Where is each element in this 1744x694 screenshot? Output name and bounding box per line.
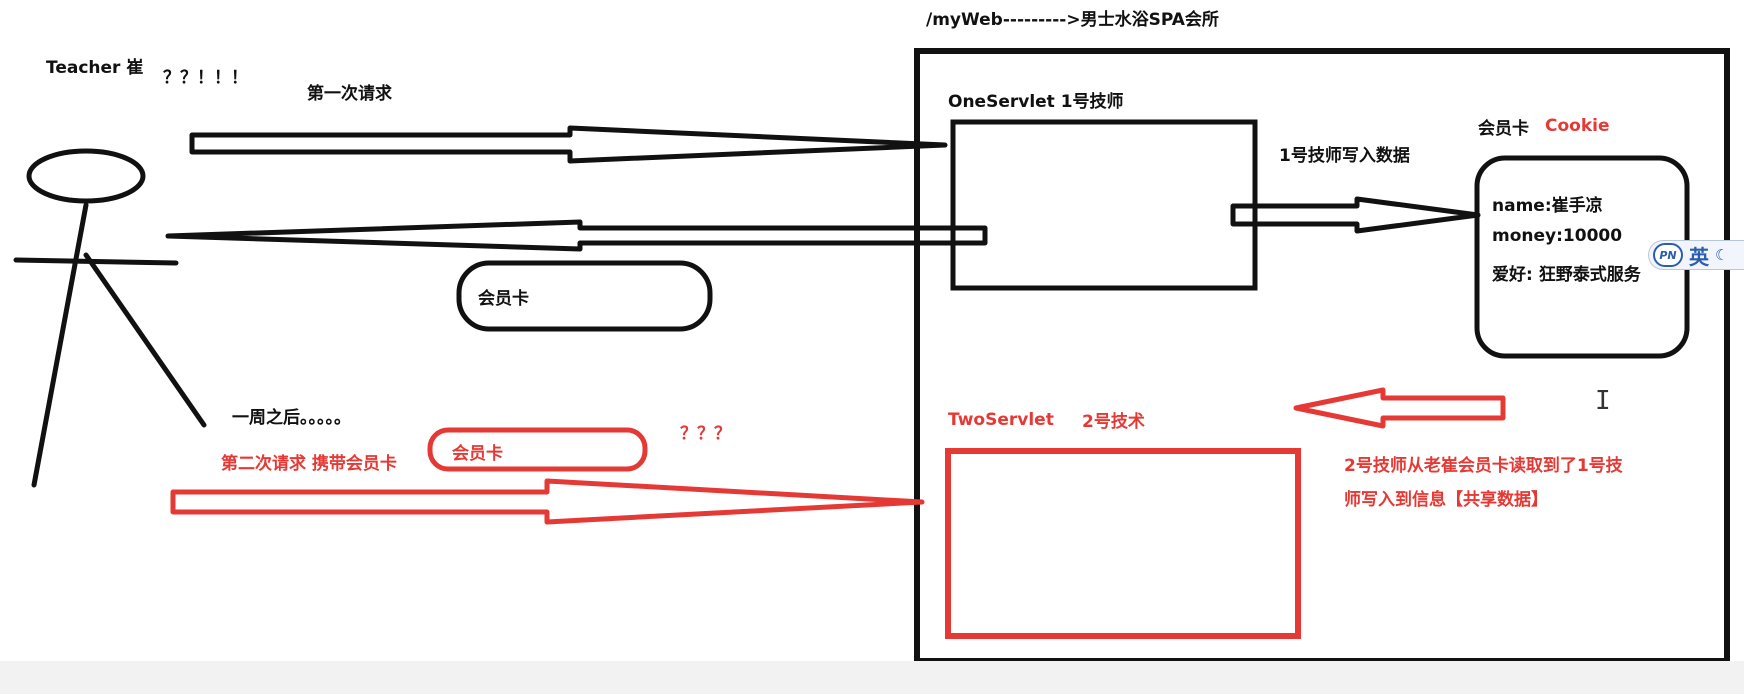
write-cookie-arrow (1230, 196, 1481, 234)
bottom-bar (0, 661, 1744, 694)
text-cursor-icon: I (1595, 386, 1611, 416)
moon-icon[interactable]: ☾ (1715, 246, 1728, 264)
card-line-hobby: 爱好: 狂野泰式服务 (1492, 265, 1641, 285)
ime-language-toggle[interactable]: 英 (1689, 241, 1709, 270)
member-card-label-2: 会员卡 (452, 444, 503, 464)
response-arrow (165, 219, 988, 252)
tech2-label: 2号技术 (1082, 412, 1145, 432)
card-line-name: name:崔手凉 (1492, 196, 1603, 216)
two-servlet-label: TwoServlet (948, 410, 1054, 430)
member-card-label-1: 会员卡 (478, 289, 529, 309)
stick-figure (13, 148, 207, 488)
first-request-label: 第一次请求 (307, 84, 392, 104)
card-line-money: money:10000 (1492, 226, 1623, 246)
card-title-label: 会员卡 (1478, 119, 1529, 139)
stick-figure-arms (13, 257, 179, 266)
cookie-label: Cookie (1545, 116, 1610, 136)
stick-figure-body (31, 202, 89, 488)
stick-figure-head (26, 148, 146, 204)
first-request-arrow (189, 125, 948, 164)
client-exclaim-label: ？？！！！ (163, 68, 248, 88)
stick-figure-leg (83, 252, 207, 428)
second-request-label: 第二次请求 携带会员卡 (221, 454, 397, 474)
diagram-canvas (13, 48, 1730, 664)
read-note-line2: 师写入到信息【共享数据】 (1344, 490, 1548, 510)
client-name-label: Teacher 崔 (46, 58, 144, 78)
second-request-arrow (170, 478, 925, 525)
write-data-label: 1号技师写入数据 (1279, 146, 1410, 166)
one-servlet-label: OneServlet 1号技师 (948, 92, 1124, 112)
ime-toolbar[interactable]: PN 英 ☾ (1648, 240, 1744, 270)
week-later-label: 一周之后。。。。。 (232, 408, 351, 428)
two-servlet-box (945, 448, 1301, 639)
web-path-label: /myWeb--------->男士水浴SPA会所 (926, 10, 1219, 30)
ime-logo-icon[interactable]: PN (1653, 243, 1683, 267)
question-marks-label: ？？？ (680, 424, 731, 444)
read-cookie-arrow (1293, 387, 1506, 429)
one-servlet-box (950, 119, 1258, 291)
read-note-line1: 2号技师从老崔会员卡读取到了1号技 (1344, 456, 1623, 476)
